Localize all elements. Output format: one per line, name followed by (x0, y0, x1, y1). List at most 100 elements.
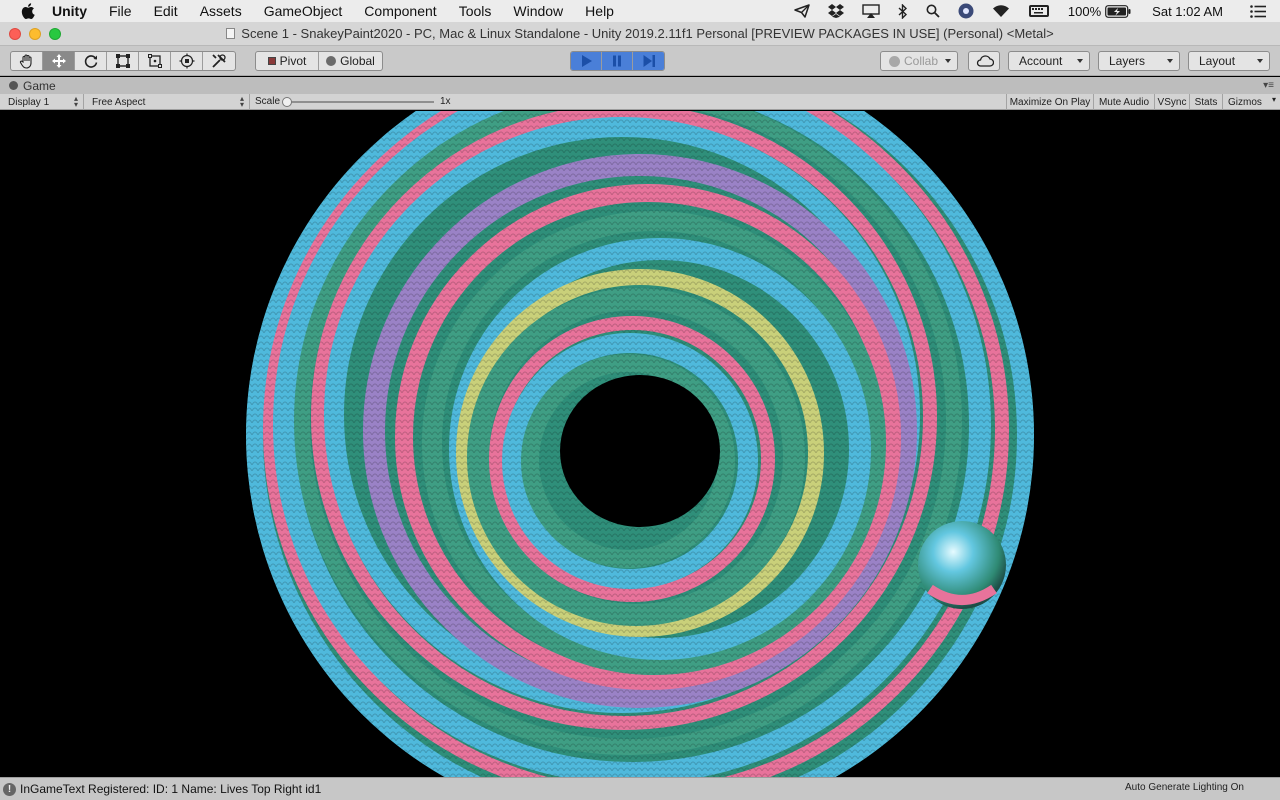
minimize-window-button[interactable] (29, 28, 41, 40)
mute-audio-toggle[interactable]: Mute Audio (1093, 94, 1154, 110)
rect-transform-icon (147, 54, 162, 68)
info-icon: ! (3, 782, 16, 796)
custom-tool-button[interactable] (203, 52, 235, 70)
bluetooth-icon[interactable] (898, 3, 908, 19)
menu-app-unity[interactable]: Unity (52, 0, 98, 22)
window-title: Scene 1 - SnakeyPaint2020 - PC, Mac & Li… (241, 26, 1054, 41)
menu-bar: Unity File Edit Assets GameObject Compon… (0, 0, 1280, 22)
user-status-icon[interactable] (958, 3, 974, 19)
gizmos-label: Gizmos (1228, 96, 1262, 108)
updown-arrows-icon: ▴ ▾ (73, 94, 78, 109)
dropbox-icon[interactable] (827, 4, 844, 18)
pivot-button[interactable]: Pivot (256, 52, 319, 70)
zoom-window-button[interactable] (49, 28, 61, 40)
pivot-label: Pivot (279, 54, 307, 68)
stats-toggle[interactable]: Stats (1189, 94, 1222, 110)
window-controls (9, 28, 61, 40)
airplay-icon[interactable] (862, 4, 880, 18)
stats-label: Stats (1194, 96, 1218, 108)
rotate-icon (84, 55, 97, 68)
vsync-toggle[interactable]: VSync (1154, 94, 1189, 110)
menu-help[interactable]: Help (574, 0, 625, 22)
chevron-down-icon (1167, 59, 1173, 63)
scale-tool-button[interactable] (107, 52, 139, 70)
collab-label: Collab (904, 54, 939, 68)
maximize-on-play-label: Maximize On Play (1009, 96, 1091, 108)
account-label: Account (1019, 54, 1063, 68)
layout-dropdown[interactable]: Layout (1188, 51, 1270, 71)
layers-dropdown[interactable]: Layers (1098, 51, 1180, 71)
transform-tools (10, 51, 236, 71)
global-button[interactable]: Global (319, 52, 382, 70)
layers-label: Layers (1109, 54, 1146, 68)
battery-icon[interactable] (1105, 4, 1131, 18)
send-icon[interactable] (794, 4, 810, 18)
play-button[interactable] (571, 52, 602, 70)
tab-menu-icon[interactable]: ▾≡ (1263, 80, 1274, 91)
menu-component[interactable]: Component (353, 0, 447, 22)
status-bar: ! InGameText Registered: ID: 1 Name: Liv… (0, 777, 1280, 800)
document-icon (226, 28, 236, 39)
scale-icon (115, 54, 130, 68)
tab-game-label: Game (23, 78, 56, 93)
maximize-on-play-toggle[interactable]: Maximize On Play (1006, 94, 1093, 110)
menu-window[interactable]: Window (502, 0, 574, 22)
scale-value: 1x (440, 96, 451, 107)
aspect-dropdown[interactable]: Free Aspect ▴ ▾ (84, 94, 250, 110)
display-dropdown[interactable]: Display 1 ▴ ▾ (0, 94, 84, 110)
menu-file[interactable]: File (98, 0, 143, 22)
game-controller-icon (9, 81, 18, 90)
close-window-button[interactable] (9, 28, 21, 40)
game-viewport[interactable] (0, 111, 1280, 777)
rotate-tool-button[interactable] (75, 52, 107, 70)
chevron-down-icon: ▾ (1271, 95, 1276, 104)
rect-tool-button[interactable] (139, 52, 171, 70)
lighting-status[interactable]: Auto Generate Lighting On (1125, 782, 1244, 793)
keyboard-icon[interactable] (1028, 4, 1050, 18)
cloud-icon (976, 55, 994, 67)
pause-button[interactable] (602, 52, 633, 70)
spiral-snake-body (246, 111, 1034, 777)
tab-game[interactable]: Game (0, 79, 56, 93)
window-title-bar: Scene 1 - SnakeyPaint2020 - PC, Mac & Li… (0, 22, 1280, 46)
menu-status-area: 100% Sat 1:02 AM (785, 0, 1280, 22)
pivot-toggles: Pivot Global (255, 51, 383, 71)
menu-clock[interactable]: Sat 1:02 AM (1152, 4, 1223, 19)
globe-icon (326, 56, 337, 66)
scale-slider-handle[interactable] (282, 97, 292, 107)
chevron-down-icon (945, 59, 951, 63)
menu-gameobject[interactable]: GameObject (253, 0, 354, 22)
playmode-controls (570, 51, 665, 71)
console-message[interactable]: InGameText Registered: ID: 1 Name: Lives… (20, 782, 321, 796)
step-button[interactable] (633, 52, 664, 70)
layout-label: Layout (1199, 54, 1236, 68)
move-tool-button[interactable] (43, 52, 75, 70)
wifi-icon[interactable] (992, 4, 1010, 18)
spotlight-search-icon[interactable] (926, 4, 940, 18)
aspect-label: Free Aspect (92, 96, 146, 108)
transform-tool-button[interactable] (171, 52, 203, 70)
menu-assets[interactable]: Assets (189, 0, 253, 22)
move-arrows-icon (51, 54, 66, 68)
game-view-controls: Display 1 ▴ ▾ Free Aspect ▴ ▾ Scale 1x Max… (0, 94, 1280, 110)
transform-icon (179, 53, 194, 69)
account-dropdown[interactable]: Account (1008, 51, 1090, 71)
notification-center-icon[interactable] (1250, 4, 1266, 18)
collab-check-icon (889, 55, 900, 67)
mute-audio-label: Mute Audio (1098, 96, 1150, 108)
menu-edit[interactable]: Edit (143, 0, 189, 22)
gizmos-dropdown[interactable]: Gizmos ▾ (1222, 94, 1280, 110)
collab-dropdown[interactable]: Collab (880, 51, 958, 71)
pivot-icon (267, 57, 276, 65)
scale-slider-track[interactable] (284, 101, 434, 103)
menu-tools[interactable]: Tools (448, 0, 503, 22)
hand-tool-button[interactable] (11, 52, 43, 70)
wrench-icon (212, 54, 226, 68)
main-toolbar: Pivot Global Collab Account Layers Layou… (0, 46, 1280, 76)
step-icon (643, 55, 655, 67)
apple-menu-icon[interactable] (18, 0, 38, 22)
game-tab-bar: Game ▾≡ (0, 77, 1280, 94)
updown-arrows-icon: ▴ ▾ (239, 94, 244, 109)
game-render (246, 111, 1034, 777)
cloud-button[interactable] (968, 51, 1000, 71)
